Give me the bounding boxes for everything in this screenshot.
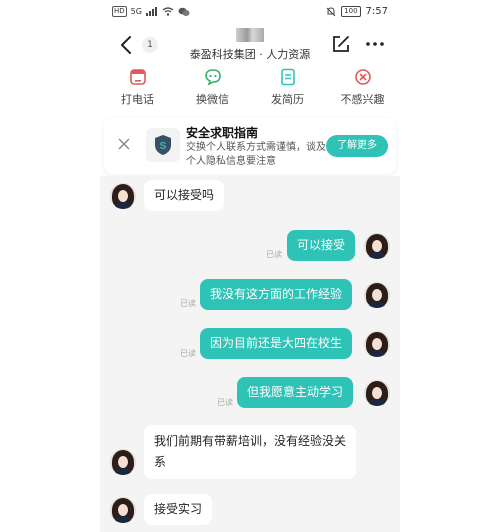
my-avatar[interactable] [364,282,390,308]
status-bar: HD 5G 100 7:57 [100,0,400,26]
mute-icon [326,6,336,16]
action-label: 发简历 [271,93,304,106]
message-bubble-sent[interactable]: 我没有这方面的工作经验 [200,279,353,310]
not-interested-icon [354,69,371,85]
action-label: 换微信 [196,93,229,106]
message-bubble-sent[interactable]: 但我愿意主动学习 [237,377,354,408]
hd-indicator: HD [112,6,127,17]
status-right: 100 7:57 [326,6,388,17]
signal-label: 5G [130,7,142,16]
my-avatar[interactable] [364,331,390,357]
call-action[interactable]: 打电话 [100,68,175,107]
safety-tip-card: S 安全求职指南 交换个人联系方式需谨慎，谈及个人隐私信息要注意 了解更多 [104,118,396,174]
contact-name-blurred [236,28,264,42]
action-label: 不感兴趣 [340,93,385,106]
message-bubble-received[interactable]: 接受实习 [144,494,213,525]
read-status: 已读 [180,349,196,358]
tip-description: 交换个人联系方式需谨慎，谈及个人隐私信息要注意 [186,142,326,167]
unread-badge: 1 [142,37,158,53]
read-status: 已读 [266,250,282,259]
battery-indicator: 100 [341,6,361,17]
wechat-notify-icon [178,7,190,16]
message-bubble-received[interactable]: 我们前期有带薪培训，没有经验没关系 [144,425,356,479]
company-title: 泰盈科技集团 · 人力资源 [189,48,311,61]
wechat-action[interactable]: 换微信 [175,68,250,107]
hr-avatar[interactable] [110,183,136,209]
action-label: 打电话 [121,93,154,106]
tip-title: 安全求职指南 [186,126,259,140]
message-bubble-sent[interactable]: 因为目前还是大四在校生 [200,328,353,359]
not-interested-action[interactable]: 不感兴趣 [325,68,400,107]
my-avatar[interactable] [364,380,390,406]
chat-header: 1 泰盈科技集团 · 人力资源 [100,26,400,66]
signal-icon [145,7,157,16]
my-avatar[interactable] [364,233,390,259]
read-status: 已读 [217,398,233,407]
hr-avatar[interactable] [110,449,136,475]
shield-badge: S [146,128,180,162]
clock: 7:57 [365,6,388,17]
svg-text:S: S [160,141,167,152]
action-row: 打电话 换微信 发简历 不感兴趣 [100,68,400,112]
back-icon[interactable] [116,34,138,56]
chat-area[interactable]: 可以接受吗 已读 可以接受 已读 我没有这方面的工作经验 已读 因为目前还是大四… [100,176,400,532]
wifi-icon [162,7,174,16]
hr-avatar[interactable] [110,497,136,523]
read-status: 已读 [180,299,196,308]
phone-icon [129,69,146,85]
status-left: HD 5G [112,6,190,17]
wechat-icon [204,69,221,86]
close-icon[interactable] [118,138,130,150]
resume-action[interactable]: 发简历 [250,68,325,107]
phone-screen: HD 5G 100 7:57 1 泰盈科技集团 · 人力资源 打电话 换微信 发… [100,0,400,532]
more-icon[interactable] [364,34,386,54]
message-bubble-sent[interactable]: 可以接受 [287,230,356,261]
learn-more-button[interactable]: 了解更多 [326,135,388,157]
message-bubble-received[interactable]: 可以接受吗 [144,180,225,211]
shield-icon: S [155,135,171,155]
edit-icon[interactable] [331,34,351,54]
resume-icon [280,68,295,86]
